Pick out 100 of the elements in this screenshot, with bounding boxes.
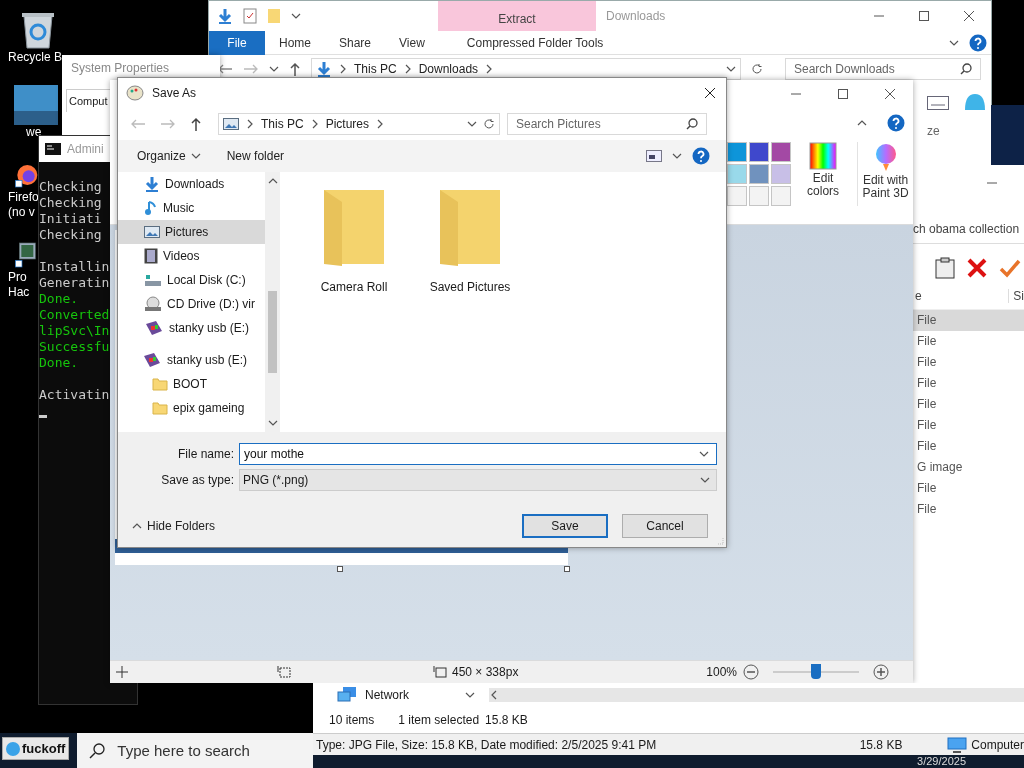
scroll-down-icon[interactable] [267,418,278,428]
color-swatch[interactable] [771,142,791,162]
breadcrumb-item[interactable]: This PC [261,116,304,131]
context-tab-label[interactable]: Extract [498,12,536,26]
color-swatch[interactable] [771,186,791,206]
scroll-up-icon[interactable] [267,176,278,186]
breadcrumb-item[interactable]: Downloads [418,62,479,76]
caret-icon[interactable] [190,151,201,161]
hide-folders-button[interactable]: Hide Folders [132,519,216,533]
view-options-icon[interactable] [646,150,662,162]
paint-3d-button[interactable]: Edit with Paint 3D [857,142,913,206]
nav-item[interactable]: CD Drive (D:) vir [118,292,265,316]
ribbon-tab[interactable]: Compressed Folder Tools [452,30,618,55]
nav-item[interactable]: Videos [118,244,265,268]
address-dropdown-icon[interactable] [726,64,736,74]
refresh-icon[interactable] [483,117,495,130]
table-row[interactable]: File [913,478,1024,499]
table-row[interactable]: File [913,310,1024,331]
delete-icon[interactable] [967,258,987,278]
column-header[interactable]: e [913,288,1009,303]
recent-locations-icon[interactable] [269,64,279,74]
envelope-icon[interactable] [927,96,949,110]
collapse-ribbon-icon[interactable] [857,118,867,128]
close-icon[interactable] [963,10,975,22]
search-field[interactable]: Search Pictures [507,112,707,135]
breadcrumb-separator-icon[interactable] [245,118,255,129]
resize-grip-icon[interactable] [716,537,724,545]
breadcrumb-separator-icon[interactable] [338,64,348,74]
taskbar-search-field[interactable]: Type here to search [77,733,314,768]
help-icon[interactable] [969,33,987,52]
nav-item[interactable]: Local Disk (C:) [118,268,265,292]
table-row[interactable]: File [913,331,1024,352]
color-swatch[interactable] [771,164,791,184]
file-name-field[interactable]: your mothe [239,443,717,465]
save-button[interactable]: Save [522,514,608,538]
table-row[interactable]: File [913,373,1024,394]
ribbon-tab[interactable]: File [209,30,265,55]
folder-item[interactable]: Camera Roll [306,188,402,294]
nav-item[interactable]: epix gameing [118,396,265,420]
folder-item[interactable]: Saved Pictures [422,188,518,294]
color-swatch[interactable] [749,142,769,162]
ribbon-tab[interactable]: Home [265,30,325,55]
help-icon[interactable] [692,147,710,165]
table-row[interactable]: File [913,394,1024,415]
clipboard-icon[interactable] [935,257,955,279]
checkmark-icon[interactable] [999,258,1021,278]
cancel-button[interactable]: Cancel [622,514,708,538]
table-row[interactable]: File [913,499,1024,520]
new-folder-button[interactable]: New folder [226,149,285,163]
table-row[interactable]: File [913,415,1024,436]
file-type-dropdown[interactable]: PNG (*.png) [239,469,717,491]
edit-colors-button[interactable]: Edit colors [799,142,848,206]
program-window-icon[interactable] [14,240,38,270]
icon-label[interactable]: Pro [8,270,27,285]
up-arrow-icon[interactable] [190,116,202,131]
icon-label[interactable]: Recycle B [8,50,63,65]
scrollbar-thumb[interactable] [268,291,277,373]
search-icon[interactable] [686,117,698,130]
column-header[interactable]: Si [1008,288,1024,303]
table-row[interactable]: File [913,352,1024,373]
nav-item[interactable]: BOOT [118,372,265,396]
caret-icon[interactable] [132,521,142,531]
color-swatch[interactable] [727,164,747,184]
dropdown-icon[interactable] [291,11,301,21]
help-icon[interactable] [887,114,905,132]
icon-label[interactable]: (no v [8,205,35,220]
dropdown-icon[interactable] [700,475,710,485]
scrollbar[interactable] [489,688,1024,702]
search-icon[interactable] [960,63,972,75]
clock-date[interactable]: 3/29/2025 [917,755,966,768]
maximize-icon[interactable] [918,10,930,22]
nav-item[interactable]: stanky usb (E:) [118,316,265,340]
icon-label[interactable]: Hac [8,285,30,300]
dropdown-icon[interactable] [699,449,709,459]
close-icon[interactable] [884,88,896,100]
zoom-in-icon[interactable] [873,664,889,680]
start-button[interactable]: fuckoff [2,737,70,760]
table-row[interactable]: File [913,436,1024,457]
nav-item[interactable]: Pictures [118,220,265,244]
zoom-out-icon[interactable] [743,664,759,680]
breadcrumb-item[interactable]: This PC [354,62,397,76]
maximize-icon[interactable] [837,88,849,100]
ribbon-tab[interactable]: View [385,30,439,55]
refresh-icon[interactable] [751,63,763,75]
organize-menu[interactable]: Organize [137,149,201,163]
ribbon-tab[interactable]: Share [325,30,386,55]
nav-item[interactable]: stanky usb (E:) [118,348,265,372]
icon-label[interactable]: Firefo [8,190,39,205]
up-arrow-icon[interactable] [289,62,301,76]
color-swatch[interactable] [749,186,769,206]
caret-icon[interactable] [672,151,682,161]
icon-label[interactable]: we [14,125,42,140]
resize-handle[interactable] [337,566,343,572]
nav-item[interactable]: Network [365,688,457,702]
slider-thumb[interactable] [811,664,821,679]
search-field[interactable]: Search Downloads [785,58,981,80]
resize-handle[interactable] [564,566,570,572]
color-swatch[interactable] [727,186,747,206]
expand-icon[interactable] [465,690,475,700]
color-swatch[interactable] [749,164,769,184]
